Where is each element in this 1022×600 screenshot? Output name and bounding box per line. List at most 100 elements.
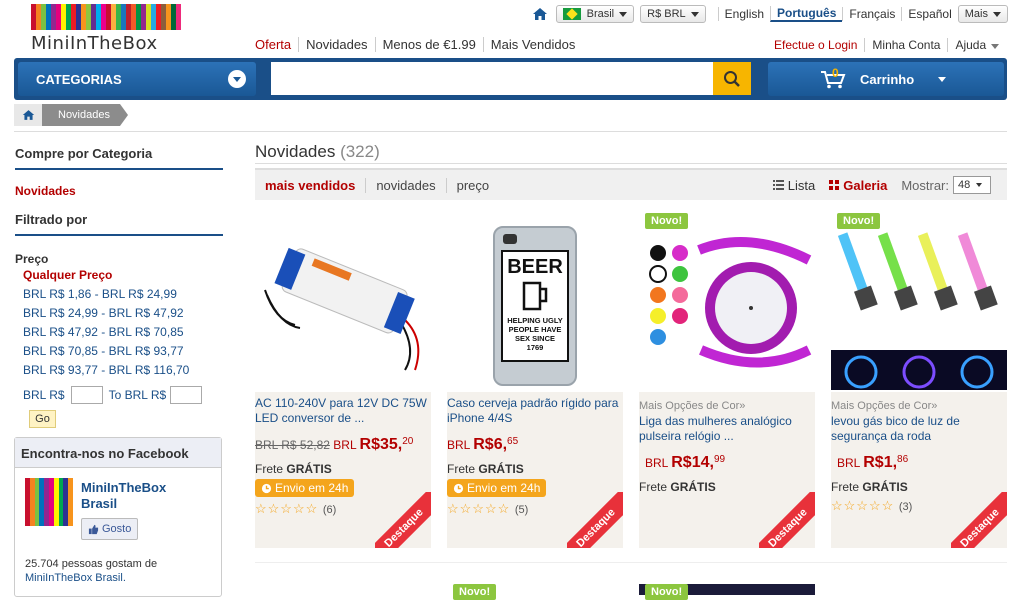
show-label: Mostrar: [901,177,949,193]
shipping: Frete GRÁTIS [255,462,431,476]
price-label: Preço [15,252,49,266]
product-name[interactable]: Caso cerveja padrão rígido para iPhone 4… [447,392,623,426]
home-icon [22,110,34,120]
currency-select[interactable]: R$ BRL [640,5,706,23]
product-card[interactable]: Novo! Mais Opções de Cor» Liga das mulhe… [639,210,815,548]
view-list[interactable]: Lista [772,178,815,193]
product-image[interactable]: Novo! [639,210,815,390]
divider [255,562,1007,563]
breadcrumb-current[interactable]: Novidades [42,104,128,126]
facebook-avatar[interactable] [25,478,73,526]
price-ranges: Qualquer Preço BRL R$ 1,86 - BRL R$ 24,9… [15,266,223,380]
lang-portugues[interactable]: Português [770,6,843,22]
nav-mais-vendidos[interactable]: Mais Vendidos [482,37,583,52]
lang-francais[interactable]: Français [842,7,901,21]
frete-label: Frete [447,462,476,476]
product-card[interactable]: AC 110-240V para 12V DC 75W LED converso… [255,210,431,548]
nav-menos[interactable]: Menos de €1.99 [374,37,483,52]
active-category[interactable]: Novidades [15,184,223,198]
clock-icon [453,483,464,493]
categories-button[interactable]: CATEGORIAS [18,62,256,96]
facebook-like-button[interactable]: Gosto [81,518,139,540]
review-count[interactable]: (5) [515,504,528,516]
price-range-3[interactable]: BRL R$ 47,92 - BRL R$ 70,85 [23,323,223,342]
home-icon[interactable] [532,7,548,21]
more-colors-link[interactable]: Mais Opções de Cor» [639,392,815,414]
chevron-down-icon [976,183,983,187]
frete-label: Frete [255,462,284,476]
country-select[interactable]: Brasil [555,5,635,23]
product-name[interactable]: AC 110-240V para 12V DC 75W LED converso… [255,392,431,426]
sidebar: Compre por Categoria Novidades Filtrado … [15,146,223,428]
price-range-5[interactable]: BRL R$ 93,77 - BRL R$ 116,70 [23,361,223,380]
price-range-1[interactable]: BRL R$ 1,86 - BRL R$ 24,99 [23,285,223,304]
login-link[interactable]: Efectue o Login [774,38,864,52]
new-badge: Novo! [837,213,881,229]
facebook-page-name[interactable]: MiniInTheBox Brasil [81,480,191,512]
nav-novidades[interactable]: Novidades [298,37,374,52]
chevron-down-icon [991,44,1000,49]
sort-bar: mais vendidos novidades preço Lista Gale… [255,168,1007,200]
frete-label: Frete [639,480,668,494]
product-price: BRL R$14,99 [645,454,815,472]
product-image[interactable]: Novo! [831,210,1007,390]
help-link[interactable]: Ajuda [947,38,1006,52]
divider [14,131,1007,132]
brazil-flag-icon [562,8,581,20]
facebook-fans-link[interactable]: MiniInTheBox Brasil. [25,572,126,584]
divider [15,234,223,236]
currency: BRL [645,456,668,470]
product-card[interactable]: BEER HELPING UGLY PEOPLE HAVE SEX SINCE … [447,210,623,548]
facebook-fans: 25.704 pessoas gostam de [25,558,158,570]
breadcrumb-home[interactable] [14,104,42,126]
price-range-2[interactable]: BRL R$ 24,99 - BRL R$ 47,92 [23,304,223,323]
frete-label: Frete [831,480,860,494]
per-page-select[interactable]: 48 [953,176,991,194]
any-price-link[interactable]: Qualquer Preço [23,266,223,285]
currency: BRL [447,438,470,452]
fast-ship-badge: Envio em 24h [255,479,355,497]
site-logo[interactable]: MiniInTheBox [31,4,183,54]
cart-label: Carrinho [860,71,915,87]
product-name[interactable]: Liga das mulheres analógico pulseira rel… [639,414,815,444]
price-range-4[interactable]: BRL R$ 70,85 - BRL R$ 93,77 [23,342,223,361]
breadcrumb: Novidades [14,104,128,126]
lang-espanol[interactable]: Español [901,7,957,21]
facebook-title: Encontra-nos no Facebook [15,438,221,468]
search-icon [724,70,740,87]
product-image[interactable]: BEER HELPING UGLY PEOPLE HAVE SEX SINCE … [447,210,623,390]
price-value: R$14, [671,454,714,471]
search-button[interactable] [713,62,751,95]
sort-price[interactable]: preço [445,177,500,193]
currency-value: R$ BRL [647,8,686,20]
product-card[interactable]: Novo! Mais Opções de Cor» levou gás bico… [831,210,1007,548]
price-range-form: BRL R$ To BRL R$ [23,386,223,404]
my-account-link[interactable]: Minha Conta [864,38,947,52]
review-count[interactable]: (6) [323,504,336,516]
review-count[interactable]: (3) [899,501,912,513]
product-image[interactable] [255,210,431,390]
divider [15,168,223,170]
search-input[interactable] [271,62,713,95]
ribbon-label: Destaque [375,492,431,548]
more-colors-link[interactable]: Mais Opções de Cor» [831,392,1007,414]
main-nav: Oferta Novidades Menos de €1.99 Mais Ven… [255,37,582,52]
ribbon-label: Destaque [567,492,623,548]
lang-english[interactable]: English [717,7,770,21]
result-count: (322) [340,142,380,161]
min-price-input[interactable] [70,386,103,404]
max-price-input[interactable] [170,386,203,404]
nav-oferta[interactable]: Oferta [255,37,298,52]
view-gallery[interactable]: Galeria [829,178,887,193]
cart-button[interactable]: 0 Carrinho [768,62,1004,96]
clock-icon [261,483,272,493]
product-price: BRL R$ 52,82 BRL R$35,20 [255,436,431,454]
account-nav: Efectue o Login Minha Conta Ajuda [774,38,1006,52]
more-languages-select[interactable]: Mais [957,5,1008,23]
go-button[interactable]: Go [29,410,56,428]
phone-case-image: BEER HELPING UGLY PEOPLE HAVE SEX SINCE … [493,226,577,386]
sort-best-selling[interactable]: mais vendidos [255,178,365,193]
sort-newest[interactable]: novidades [365,177,445,193]
grid-icon [829,180,840,190]
product-name[interactable]: levou gás bico de luz de segurança da ro… [831,414,1007,444]
